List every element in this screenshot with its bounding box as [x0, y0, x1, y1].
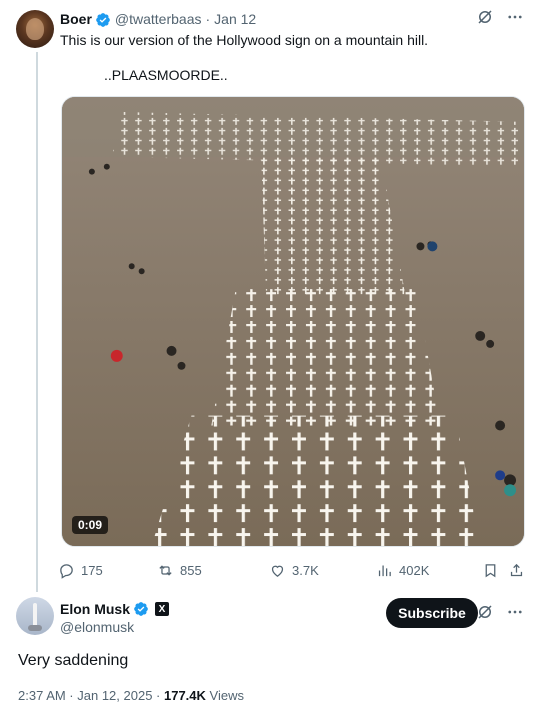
- reply-button[interactable]: 175: [58, 562, 103, 579]
- reply-handle[interactable]: @elonmusk: [60, 619, 134, 635]
- reply-header: Elon Musk X: [60, 601, 170, 617]
- views-count: 402K: [399, 562, 430, 578]
- video-duration: 0:09: [72, 516, 109, 534]
- handle[interactable]: @twatterbaas: [115, 11, 202, 28]
- share-icon: [510, 563, 523, 576]
- action-bar: 175 855 3.7K 402K: [58, 560, 528, 580]
- views-label: Views: [205, 688, 244, 703]
- post-timestamp[interactable]: 2:37 AM · Jan 12, 2025 ·: [18, 688, 164, 703]
- original-tweet-header: Boer @twatterbaas · Jan 12: [60, 11, 256, 28]
- subscribe-button[interactable]: Subscribe: [386, 598, 478, 628]
- separator-dot: ·: [205, 11, 211, 27]
- verified-icon: [134, 602, 148, 616]
- grok-icon[interactable]: [476, 603, 494, 621]
- tweet-text-line1: This is our version of the Hollywood sig…: [60, 32, 429, 48]
- views-total: 177.4K: [163, 688, 206, 703]
- reply-icon: [60, 563, 73, 579]
- thread-connector-line: [36, 52, 38, 592]
- views-icon: [378, 565, 391, 576]
- repost-icon: [159, 564, 172, 576]
- display-name[interactable]: Boer: [60, 11, 92, 28]
- like-button[interactable]: 3.7K: [269, 562, 319, 579]
- repost-button[interactable]: 855: [157, 562, 202, 579]
- post-meta: 2:37 AM · Jan 12, 2025 · 177.4K Views: [18, 688, 244, 703]
- reply-top-icons: [476, 603, 524, 621]
- tweet-text-line2: ..PLAASMOORDE..: [104, 67, 228, 83]
- like-icon: [271, 565, 284, 577]
- more-icon[interactable]: [506, 603, 524, 621]
- like-count: 3.7K: [292, 562, 319, 578]
- share-button[interactable]: [508, 562, 525, 579]
- avatar-elon[interactable]: [16, 597, 54, 635]
- bookmark-button[interactable]: [482, 562, 499, 579]
- repost-count: 855: [180, 562, 202, 578]
- verified-icon: [96, 12, 110, 27]
- original-tweet-top-icons: [476, 8, 524, 26]
- reply-display-name[interactable]: Elon Musk: [60, 601, 130, 617]
- affiliation-badge[interactable]: X: [155, 602, 170, 616]
- grok-icon[interactable]: [476, 8, 494, 26]
- post-date[interactable]: Jan 12: [214, 11, 256, 28]
- video-player[interactable]: 0:09: [61, 96, 525, 547]
- bookmark-icon: [485, 563, 496, 577]
- reply-text: Very saddening: [18, 652, 129, 669]
- more-icon[interactable]: [506, 8, 524, 26]
- video-thumbnail: [62, 97, 524, 546]
- avatar-boer[interactable]: [16, 10, 54, 48]
- views-button[interactable]: 402K: [376, 562, 429, 579]
- reply-count: 175: [81, 562, 103, 578]
